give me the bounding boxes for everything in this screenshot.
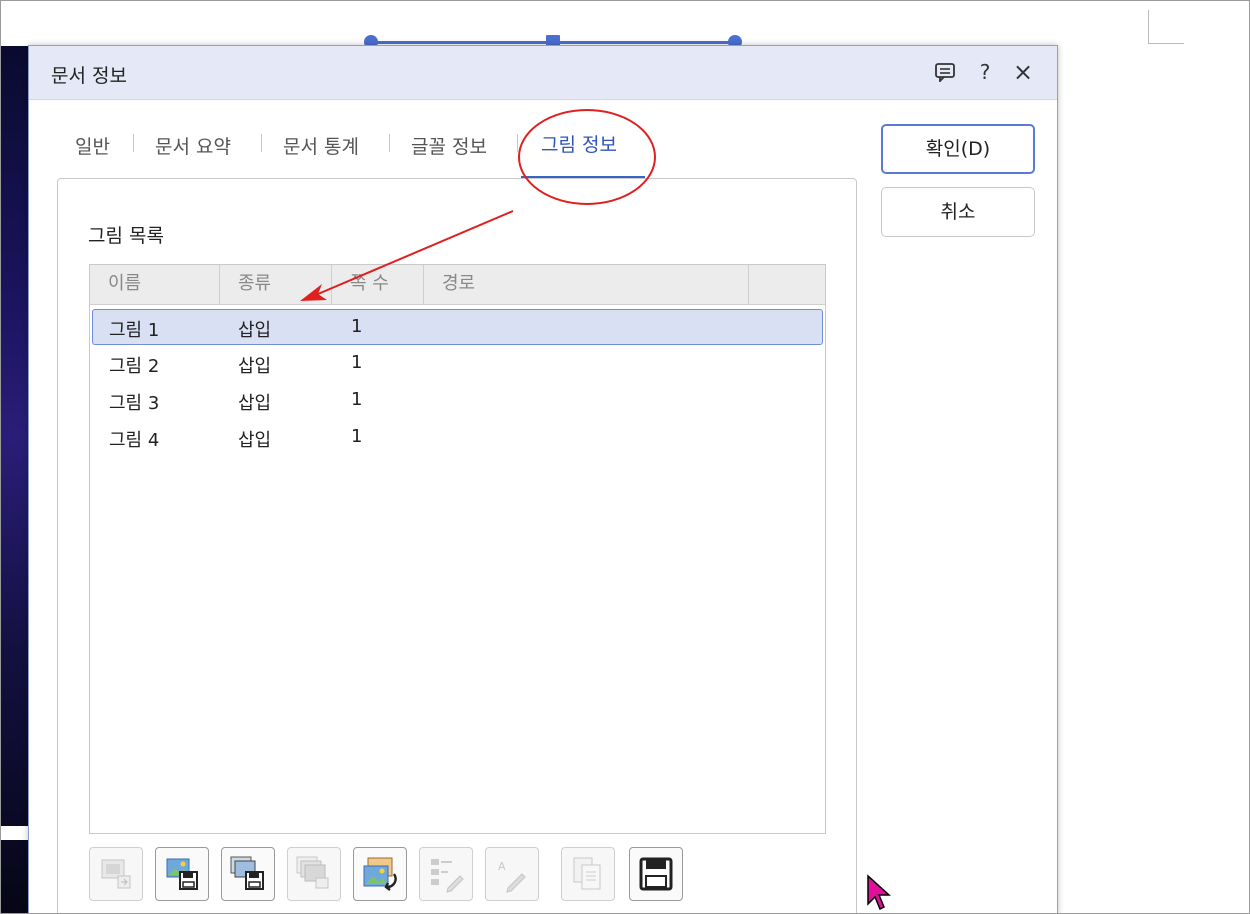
tab-divider — [389, 134, 390, 152]
tab-divider — [517, 134, 518, 152]
document-background-strip — [0, 826, 30, 840]
picture-list-label: 그림 목록 — [88, 225, 164, 247]
table-row[interactable]: 그림 1 삽입 1 — [92, 309, 823, 345]
picture-info-panel: 그림 목록 이름 종류 쪽 수 경로 그림 1 삽입 1 그림 2 삽입 1 그… — [57, 178, 857, 914]
svg-text:A: A — [498, 860, 506, 873]
cell-page: 1 — [351, 426, 363, 447]
cell-page: 1 — [351, 316, 363, 337]
tab-divider — [261, 134, 262, 152]
cell-name: 그림 2 — [109, 356, 160, 377]
tab-general[interactable]: 일반 — [75, 132, 110, 159]
document-info-dialog: 문서 정보 ? × 일반 문서 요약 문서 통계 글꼴 정보 그림 정보 그림 … — [28, 45, 1058, 914]
save-picture-button[interactable] — [155, 847, 209, 901]
save-button[interactable] — [629, 847, 683, 901]
column-header-extra[interactable] — [749, 265, 825, 305]
table-row[interactable]: 그림 2 삽입 1 — [92, 346, 823, 382]
change-picture-button[interactable] — [353, 847, 407, 901]
column-header-page[interactable]: 쪽 수 — [332, 265, 424, 305]
copy-button[interactable] — [561, 847, 615, 901]
ok-button[interactable]: 확인(D) — [881, 124, 1035, 174]
cell-type: 삽입 — [238, 320, 272, 341]
replace-all-pictures-icon — [296, 856, 329, 889]
table-row[interactable]: 그림 3 삽입 1 — [92, 383, 823, 419]
replace-all-pictures-button[interactable] — [287, 847, 341, 901]
picture-list[interactable]: 이름 종류 쪽 수 경로 그림 1 삽입 1 그림 2 삽입 1 그림 3 삽입 — [89, 264, 826, 834]
tab-statistics[interactable]: 문서 통계 — [283, 132, 359, 159]
tab-divider — [133, 134, 134, 152]
save-picture-icon — [166, 858, 198, 890]
cell-type: 삽입 — [238, 356, 272, 377]
cell-name: 그림 3 — [109, 393, 160, 414]
cell-page: 1 — [351, 352, 363, 373]
edit-list-icon — [431, 859, 464, 893]
save-icon — [639, 857, 673, 891]
tab-picture-info[interactable]: 그림 정보 — [541, 130, 617, 157]
dialog-title: 문서 정보 — [51, 65, 127, 87]
tab-font-info[interactable]: 글꼴 정보 — [411, 132, 487, 159]
rename-button[interactable]: A — [485, 847, 539, 901]
save-all-pictures-icon — [230, 856, 264, 890]
column-header-path[interactable]: 경로 — [424, 265, 749, 305]
cell-name: 그림 4 — [109, 430, 160, 451]
cell-page: 1 — [351, 389, 363, 410]
page-corner-mark — [1148, 10, 1184, 44]
help-icon[interactable]: ? — [971, 58, 999, 86]
copy-icon — [573, 857, 601, 890]
tab-summary[interactable]: 문서 요약 — [155, 132, 231, 159]
list-header: 이름 종류 쪽 수 경로 — [90, 265, 825, 305]
column-header-name[interactable]: 이름 — [90, 265, 220, 305]
column-header-type[interactable]: 종류 — [220, 265, 332, 305]
change-picture-icon — [363, 857, 397, 891]
table-row[interactable]: 그림 4 삽입 1 — [92, 420, 823, 456]
cell-type: 삽입 — [238, 393, 272, 414]
mouse-cursor-icon — [867, 874, 891, 911]
insert-picture-icon — [101, 859, 131, 889]
cancel-button[interactable]: 취소 — [881, 187, 1035, 237]
title-bar[interactable]: 문서 정보 ? × — [29, 46, 1057, 100]
cell-name: 그림 1 — [109, 320, 160, 341]
cell-type: 삽입 — [238, 430, 272, 451]
edit-list-button[interactable] — [419, 847, 473, 901]
insert-picture-button[interactable] — [89, 847, 143, 901]
comment-icon[interactable] — [931, 58, 959, 86]
document-background-image — [0, 46, 30, 914]
close-icon[interactable]: × — [1009, 58, 1037, 86]
rename-icon: A — [498, 860, 526, 893]
save-all-pictures-button[interactable] — [221, 847, 275, 901]
